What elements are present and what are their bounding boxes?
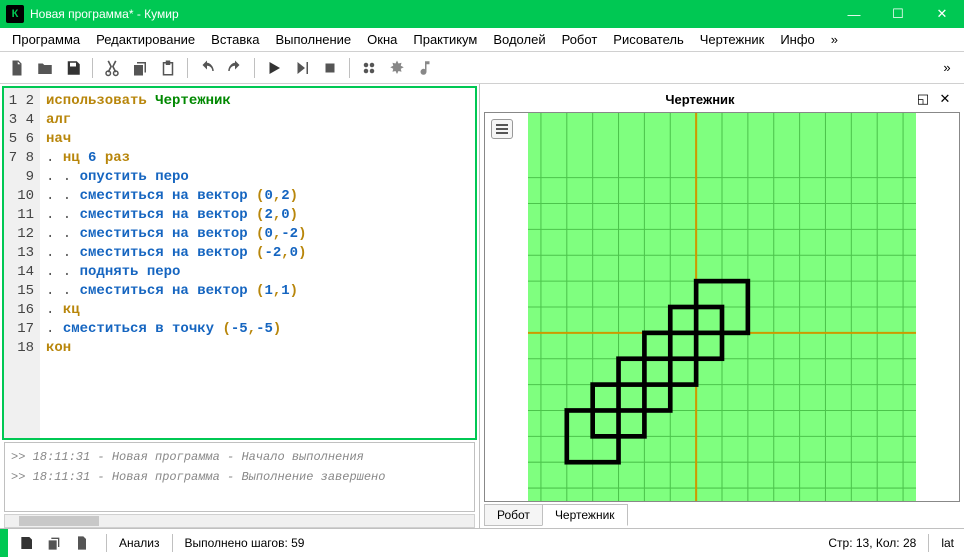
dock-icon[interactable]: ◱ bbox=[912, 88, 934, 110]
menu-Окна[interactable]: Окна bbox=[359, 29, 405, 50]
line-gutter: 1 2 3 4 5 6 7 8 9 10 11 12 13 14 15 16 1… bbox=[4, 88, 40, 438]
menu-Вставка[interactable]: Вставка bbox=[203, 29, 267, 50]
actor-tabs: РоботЧертежник bbox=[484, 502, 960, 526]
code-editor[interactable]: использовать Чертежникалгнач. нц 6 раз. … bbox=[40, 88, 475, 438]
status-lang[interactable]: lat bbox=[937, 536, 958, 550]
copy-button[interactable] bbox=[127, 55, 153, 81]
menu-Водолей[interactable]: Водолей bbox=[485, 29, 553, 50]
status-steps: Выполнено шагов: 59 bbox=[181, 536, 309, 550]
copy-status-icon[interactable] bbox=[42, 532, 66, 554]
overflow-button[interactable]: » bbox=[934, 55, 960, 81]
undo-button[interactable] bbox=[194, 55, 220, 81]
menu-Программа[interactable]: Программа bbox=[4, 29, 88, 50]
menu-Рисователь[interactable]: Рисователь bbox=[605, 29, 691, 50]
output-console[interactable]: >> 18:11:31 - Новая программа - Начало в… bbox=[4, 442, 475, 512]
menu-Инфо[interactable]: Инфо bbox=[772, 29, 822, 50]
close-panel-icon[interactable]: ✕ bbox=[934, 88, 956, 110]
redo-button[interactable] bbox=[222, 55, 248, 81]
status-mode: Анализ bbox=[115, 536, 164, 550]
minimize-button[interactable]: — bbox=[832, 0, 876, 28]
music-button[interactable] bbox=[412, 55, 438, 81]
menu-Выполнение[interactable]: Выполнение bbox=[267, 29, 359, 50]
titlebar: К Новая программа* - Кумир — ☐ ✕ bbox=[0, 0, 964, 28]
close-button[interactable]: ✕ bbox=[920, 0, 964, 28]
canvas-menu-icon[interactable] bbox=[491, 119, 513, 139]
tab-Робот[interactable]: Робот bbox=[484, 504, 543, 526]
statusbar: Анализ Выполнено шагов: 59 Стр: 13, Кол:… bbox=[0, 528, 964, 556]
doc-status-icon[interactable] bbox=[70, 532, 94, 554]
cut-button[interactable] bbox=[99, 55, 125, 81]
editor-pane: 1 2 3 4 5 6 7 8 9 10 11 12 13 14 15 16 1… bbox=[0, 84, 480, 528]
drawing-canvas[interactable] bbox=[484, 112, 960, 502]
maximize-button[interactable]: ☐ bbox=[876, 0, 920, 28]
step-button[interactable] bbox=[289, 55, 315, 81]
stop-button[interactable] bbox=[317, 55, 343, 81]
run-button[interactable] bbox=[261, 55, 287, 81]
actor-pane: Чертежник ◱ ✕ РоботЧертежник bbox=[480, 84, 964, 528]
status-cursor: Стр: 13, Кол: 28 bbox=[824, 536, 920, 550]
tab-Чертежник[interactable]: Чертежник bbox=[542, 504, 628, 526]
paste-button[interactable] bbox=[155, 55, 181, 81]
panel-title: Чертежник bbox=[488, 92, 912, 107]
open-file-button[interactable] bbox=[32, 55, 58, 81]
new-file-button[interactable] bbox=[4, 55, 30, 81]
menubar: ПрограммаРедактированиеВставкаВыполнение… bbox=[0, 28, 964, 52]
horizontal-scrollbar[interactable] bbox=[4, 514, 475, 528]
settings-button[interactable] bbox=[384, 55, 410, 81]
menu-Чертежник[interactable]: Чертежник bbox=[692, 29, 773, 50]
menu-»[interactable]: » bbox=[823, 29, 846, 50]
menu-Практикум[interactable]: Практикум bbox=[405, 29, 485, 50]
save-status-icon[interactable] bbox=[14, 532, 38, 554]
app-icon: К bbox=[6, 5, 24, 23]
toolbar: » bbox=[0, 52, 964, 84]
menu-Редактирование[interactable]: Редактирование bbox=[88, 29, 203, 50]
menu-Робот[interactable]: Робот bbox=[554, 29, 606, 50]
save-button[interactable] bbox=[60, 55, 86, 81]
actors-button[interactable] bbox=[356, 55, 382, 81]
window-title: Новая программа* - Кумир bbox=[30, 7, 832, 21]
